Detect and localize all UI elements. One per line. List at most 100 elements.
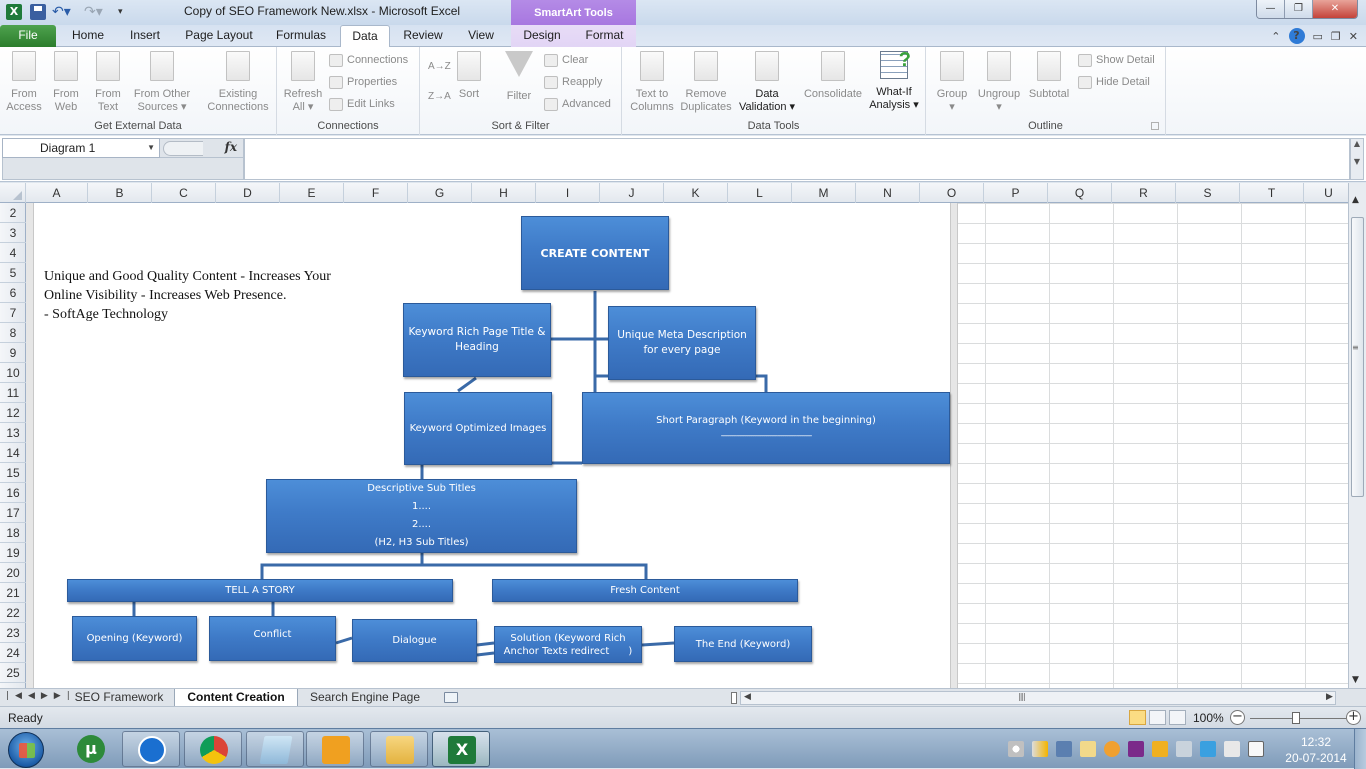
group-button[interactable]: Group ▾ xyxy=(930,51,974,114)
refresh-all-button[interactable]: Refresh All ▾ xyxy=(281,51,325,114)
connections-button[interactable]: Connections xyxy=(329,50,408,70)
tab-page-layout[interactable]: Page Layout xyxy=(178,25,260,47)
tab-design[interactable]: Design xyxy=(511,25,573,47)
action-center-icon[interactable] xyxy=(1224,741,1240,757)
clock[interactable]: 12:32 20-07-2014 xyxy=(1280,734,1352,766)
solution-node[interactable]: Solution (Keyword Rich Anchor Texts redi… xyxy=(494,626,642,663)
onenote-icon[interactable] xyxy=(1128,741,1144,757)
tell-a-story-node[interactable]: TELL A STORY xyxy=(67,579,453,602)
from-web-button[interactable]: From Web xyxy=(46,51,86,114)
taskbar-utorrent[interactable]: µ xyxy=(62,731,120,767)
tab-view[interactable]: View xyxy=(458,25,504,47)
zoom-level[interactable]: 100% xyxy=(1193,711,1224,725)
tab-split-handle[interactable] xyxy=(731,692,737,704)
existing-connections-button[interactable]: Existing Connections xyxy=(202,51,274,114)
what-if-analysis-button[interactable]: ? What-If Analysis ▾ xyxy=(866,50,922,112)
formula-input[interactable] xyxy=(244,138,1350,180)
name-box[interactable]: Diagram 1 ▼ xyxy=(2,138,160,158)
meta-description-node[interactable]: Unique Meta Description for every page xyxy=(608,306,756,380)
sort-z-a-button[interactable]: Z→A xyxy=(428,87,451,107)
taskbar-notepad[interactable] xyxy=(246,731,304,767)
text-to-columns-button[interactable]: Text to Columns xyxy=(626,51,678,114)
sheet-tab-content-creation[interactable]: Content Creation xyxy=(174,689,298,707)
start-button[interactable] xyxy=(8,732,44,768)
minimize-button[interactable]: — xyxy=(1257,0,1285,18)
reapply-button[interactable]: Reapply xyxy=(544,72,602,92)
insert-function-icon[interactable]: fx xyxy=(225,140,237,154)
show-detail-button[interactable]: Show Detail xyxy=(1078,50,1155,70)
zoom-in-button[interactable]: + xyxy=(1346,710,1361,725)
filter-button[interactable]: Filter xyxy=(502,51,536,103)
volume-muted-icon[interactable] xyxy=(1176,741,1192,757)
messenger-icon[interactable] xyxy=(1104,741,1120,757)
sort-button[interactable]: Sort xyxy=(454,51,484,101)
from-access-button[interactable]: From Access xyxy=(4,51,44,114)
show-desktop-button[interactable] xyxy=(1354,729,1366,769)
subtotal-button[interactable]: Subtotal xyxy=(1024,51,1074,101)
consolidate-button[interactable]: Consolidate xyxy=(800,51,866,101)
workbook-restore-icon[interactable]: ❐ xyxy=(1331,30,1341,43)
power-icon[interactable] xyxy=(1248,741,1264,757)
outlook-tray-icon[interactable] xyxy=(1152,741,1168,757)
subtitles-node[interactable]: Descriptive Sub Titles 1.... 2.... (H2, … xyxy=(266,479,577,553)
dialog-launcher-icon[interactable] xyxy=(1151,122,1159,130)
minimize-ribbon-icon[interactable]: ⌃ xyxy=(1271,30,1280,43)
customize-quick-access-icon[interactable]: ▾ xyxy=(118,4,134,20)
insert-worksheet-icon[interactable] xyxy=(444,692,458,703)
scroll-down-icon[interactable]: ▼ xyxy=(1352,675,1359,685)
short-paragraph-node[interactable]: Short Paragraph (Keyword in the beginnin… xyxy=(582,392,950,464)
the-end-node[interactable]: The End (Keyword) xyxy=(674,626,812,662)
update-icon[interactable] xyxy=(1200,741,1216,757)
tab-home[interactable]: Home xyxy=(62,25,114,47)
workbook-minimize-icon[interactable]: ▭ xyxy=(1313,30,1323,43)
opening-node[interactable]: Opening (Keyword) xyxy=(72,616,197,661)
edit-links-button[interactable]: Edit Links xyxy=(329,94,395,114)
help-icon[interactable]: ? xyxy=(1288,28,1305,44)
redo-icon[interactable]: ↷▾ xyxy=(84,4,103,20)
sort-a-z-button[interactable]: A→Z xyxy=(428,57,451,77)
network-icon[interactable] xyxy=(1008,741,1024,757)
scroll-up-icon[interactable]: ▲ xyxy=(1352,195,1359,205)
normal-view-button[interactable] xyxy=(1129,710,1146,725)
save-icon[interactable] xyxy=(30,4,46,20)
optimized-images-node[interactable]: Keyword Optimized Images xyxy=(404,392,552,465)
page-break-view-button[interactable] xyxy=(1169,710,1186,725)
dialogue-node[interactable]: Dialogue xyxy=(352,619,477,662)
from-text-button[interactable]: From Text xyxy=(88,51,128,114)
advanced-button[interactable]: Advanced xyxy=(544,94,611,114)
taskbar-chrome[interactable] xyxy=(184,731,242,767)
from-other-sources-button[interactable]: From Other Sources ▾ xyxy=(130,51,194,114)
fresh-content-node[interactable]: Fresh Content xyxy=(492,579,798,602)
vertical-scrollbar[interactable]: ▲ ≡ ▼ xyxy=(1348,183,1366,688)
tab-review[interactable]: Review xyxy=(396,25,450,47)
name-box-dropdown-icon[interactable]: ▼ xyxy=(147,139,155,157)
tab-file[interactable]: File xyxy=(0,25,56,47)
tab-insert[interactable]: Insert xyxy=(120,25,170,47)
workbook-close-icon[interactable]: ✕ xyxy=(1349,30,1358,43)
undo-icon[interactable]: ↶▾ xyxy=(52,4,71,20)
m-icon[interactable] xyxy=(1056,741,1072,757)
ungroup-button[interactable]: Ungroup ▾ xyxy=(974,51,1024,114)
tab-formulas[interactable]: Formulas xyxy=(268,25,334,47)
create-content-node[interactable]: CREATE CONTENT xyxy=(521,216,669,290)
properties-button[interactable]: Properties xyxy=(329,72,397,92)
worksheet-grid[interactable]: ABCDEFGHIJKLMNOPQRSTU 2 3 4 5 6 7 8 9 10 11 12 13 14… xyxy=(0,183,1348,688)
mail-icon[interactable] xyxy=(1080,741,1096,757)
tab-data[interactable]: Data xyxy=(340,25,390,48)
keyword-title-node[interactable]: Keyword Rich Page Title & Heading xyxy=(403,303,551,377)
clear-button[interactable]: Clear xyxy=(544,50,588,70)
sheet-tab-seo-framework[interactable]: SEO Framework xyxy=(64,689,174,707)
data-validation-button[interactable]: Data Validation ▾ xyxy=(734,51,800,114)
restore-button[interactable]: ❐ xyxy=(1285,0,1313,18)
scroll-left-icon[interactable]: ◀ xyxy=(744,692,751,702)
tab-format[interactable]: Format xyxy=(573,25,636,47)
excel-icon[interactable]: X xyxy=(6,4,22,20)
zoom-out-button[interactable]: − xyxy=(1230,710,1245,725)
taskbar-excel[interactable]: X xyxy=(432,731,490,767)
remove-duplicates-button[interactable]: Remove Duplicates xyxy=(678,51,734,114)
taskbar-outlook[interactable] xyxy=(306,731,364,767)
horizontal-scrollbar[interactable] xyxy=(740,691,1336,705)
close-button[interactable]: ✕ xyxy=(1313,0,1357,18)
formula-bar-expand[interactable]: ▲ ▼ xyxy=(1350,138,1364,180)
zoom-slider-thumb[interactable] xyxy=(1292,712,1300,724)
